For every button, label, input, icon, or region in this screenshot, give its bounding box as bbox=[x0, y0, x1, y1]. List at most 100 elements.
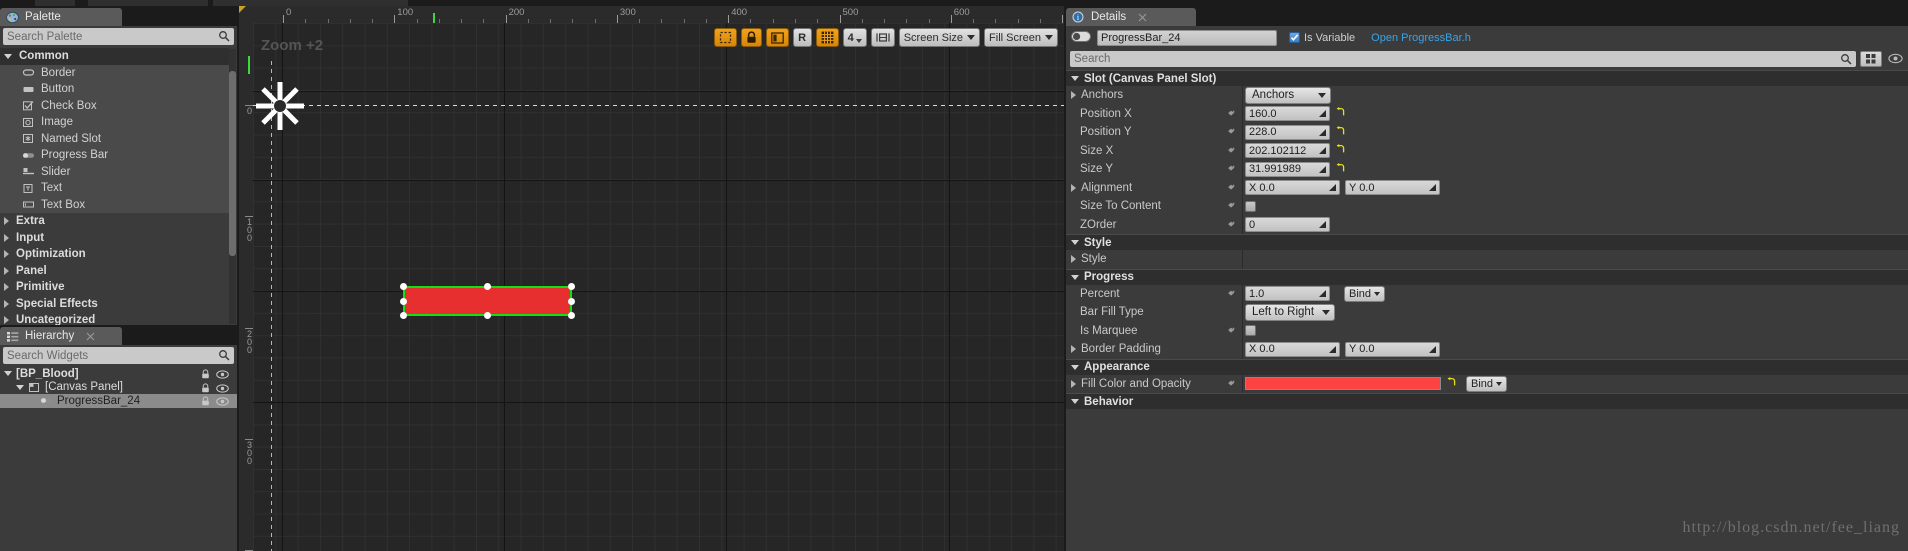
drag-spinner-icon[interactable] bbox=[1428, 183, 1437, 192]
resize-handle-bc[interactable] bbox=[484, 312, 491, 319]
bind-property-icon[interactable] bbox=[1226, 164, 1236, 174]
details-section-behavior[interactable]: Behavior bbox=[1066, 393, 1908, 409]
grid-view-button[interactable] bbox=[1860, 50, 1882, 67]
details-section-appearance[interactable]: Appearance bbox=[1066, 358, 1908, 375]
drag-spinner-icon[interactable] bbox=[1318, 220, 1327, 229]
dashed-outline-toggle[interactable] bbox=[713, 28, 737, 47]
palette-item-border[interactable]: Border bbox=[0, 64, 229, 81]
fill-screen-dropdown[interactable]: Fill Screen bbox=[984, 28, 1058, 47]
widget-name-input[interactable]: ProgressBar_24 bbox=[1097, 29, 1277, 46]
palette-item-button[interactable]: Button bbox=[0, 81, 229, 98]
designer-canvas[interactable]: 0100200300400500600700800900 01002003004… bbox=[239, 6, 1064, 551]
grid-snap-toggle[interactable] bbox=[815, 28, 839, 47]
details-section-progress[interactable]: Progress bbox=[1066, 268, 1908, 285]
reset-to-default-icon[interactable] bbox=[1335, 107, 1346, 120]
drag-spinner-icon[interactable] bbox=[1318, 289, 1327, 298]
bind-property-icon[interactable] bbox=[1226, 127, 1236, 137]
open-progressbar-header-link[interactable]: Open ProgressBar.h bbox=[1371, 32, 1471, 44]
drag-spinner-icon[interactable] bbox=[1318, 109, 1327, 118]
resize-handle-bl[interactable] bbox=[400, 312, 407, 319]
bind-property-slot[interactable] bbox=[1226, 164, 1236, 178]
size-x-input[interactable]: 202.102112 bbox=[1245, 143, 1330, 159]
palette-item-slider[interactable]: Slider bbox=[0, 163, 229, 180]
search-widgets-input[interactable]: Search Widgets bbox=[3, 347, 234, 364]
bind-property-icon[interactable] bbox=[1226, 326, 1236, 336]
bind-property-slot[interactable] bbox=[1226, 289, 1236, 303]
anchors-dropdown[interactable]: Anchors bbox=[1245, 86, 1331, 104]
palette-category-input[interactable]: Input bbox=[0, 230, 229, 247]
is-marquee-checkbox[interactable] bbox=[1245, 325, 1256, 337]
canvas-origin-gizmo[interactable] bbox=[254, 80, 306, 132]
resize-handle-br[interactable] bbox=[568, 312, 575, 319]
resize-handle-mr[interactable] bbox=[568, 298, 575, 305]
lock-icon[interactable] bbox=[201, 396, 210, 409]
bind-property-slot[interactable] bbox=[1226, 146, 1236, 160]
palette-category-panel[interactable]: Panel bbox=[0, 263, 229, 280]
ruler-horizontal[interactable]: 0100200300400500600700800900 bbox=[253, 6, 1064, 23]
palette-item-check-box[interactable]: Check Box bbox=[0, 97, 229, 114]
bind-property-slot[interactable] bbox=[1226, 326, 1236, 340]
eye-settings-icon[interactable] bbox=[1886, 51, 1904, 67]
grid-size-stepper[interactable]: 4 bbox=[842, 28, 867, 47]
chevron-right-icon[interactable] bbox=[1071, 379, 1076, 388]
hierarchy-tree[interactable]: [BP_Blood] [Canvas Panel] ProgressBar_24 bbox=[0, 367, 237, 551]
palette-list[interactable]: Common Border Button Check Box Image Named Sl… bbox=[0, 48, 229, 326]
bind-property-icon[interactable] bbox=[1226, 146, 1236, 156]
drag-spinner-icon[interactable] bbox=[1318, 165, 1327, 174]
bind-property-icon[interactable] bbox=[1226, 183, 1236, 193]
bind-property-icon[interactable] bbox=[1226, 201, 1236, 211]
details-section-style[interactable]: Style bbox=[1066, 234, 1908, 250]
lock-toggle[interactable] bbox=[740, 28, 762, 47]
layout-toggle[interactable] bbox=[765, 28, 789, 47]
hierarchy-row-canvas-panel[interactable]: [Canvas Panel] bbox=[0, 381, 237, 395]
border-padding-y-input[interactable]: Y 0.0 bbox=[1345, 341, 1440, 357]
details-section-slot-canvas-panel-slot[interactable]: Slot (Canvas Panel Slot) bbox=[1066, 70, 1908, 86]
size-y-input[interactable]: 31.991989 bbox=[1245, 161, 1330, 177]
ruler-vertical[interactable]: 0100200300400 bbox=[239, 23, 253, 551]
designer-toolbar[interactable]: R 4 Screen Size Fill Screen bbox=[713, 28, 1058, 47]
details-sections[interactable]: Slot (Canvas Panel Slot) Anchors Anchors Po… bbox=[1066, 70, 1908, 551]
position-y-input[interactable]: 228.0 bbox=[1245, 124, 1330, 140]
canvas-grid[interactable] bbox=[253, 23, 1064, 551]
palette-category-optimization[interactable]: Optimization bbox=[0, 246, 229, 263]
reset-to-default-icon[interactable] bbox=[1446, 377, 1457, 390]
bind-property-icon[interactable] bbox=[1226, 220, 1236, 230]
bind-property-slot[interactable] bbox=[1226, 220, 1236, 234]
screen-size-dropdown[interactable]: Screen Size bbox=[898, 28, 981, 47]
search-palette-input[interactable]: Search Palette bbox=[3, 28, 234, 45]
drag-spinner-icon[interactable] bbox=[1428, 345, 1437, 354]
resize-handle-ml[interactable] bbox=[400, 298, 407, 305]
is-variable-checkbox[interactable]: Is Variable bbox=[1289, 32, 1355, 44]
zorder-input[interactable]: 0 bbox=[1245, 217, 1330, 233]
palette-item-text[interactable]: Text bbox=[0, 180, 229, 197]
hierarchy-row-progressbar_24[interactable]: ProgressBar_24 bbox=[0, 394, 237, 408]
widget-progressbar-24[interactable] bbox=[400, 283, 575, 319]
palette-category-primitive[interactable]: Primitive bbox=[0, 279, 229, 296]
palette-scrollbar-thumb[interactable] bbox=[229, 71, 236, 256]
bar-fill-type-dropdown[interactable]: Left to Right bbox=[1245, 303, 1335, 321]
resize-handle-tc[interactable] bbox=[484, 283, 491, 290]
alignment-x-input[interactable]: X 0.0 bbox=[1245, 180, 1340, 196]
palette-item-text-box[interactable]: Text Box bbox=[0, 196, 229, 213]
bind-property-icon[interactable] bbox=[1226, 379, 1236, 389]
bind-button[interactable]: Bind bbox=[1466, 375, 1508, 392]
palette-category-special-effects[interactable]: Special Effects bbox=[0, 296, 229, 313]
position-x-input[interactable]: 160.0 bbox=[1245, 106, 1330, 122]
bind-button[interactable]: Bind bbox=[1344, 285, 1386, 302]
resolution-r-button[interactable]: R bbox=[792, 28, 812, 47]
bind-property-slot[interactable] bbox=[1226, 379, 1236, 393]
palette-item-named-slot[interactable]: Named Slot bbox=[0, 130, 229, 147]
resize-handle-tl[interactable] bbox=[400, 283, 407, 290]
stepper-down-arrow[interactable] bbox=[855, 39, 862, 43]
close-icon[interactable] bbox=[86, 332, 95, 341]
reset-to-default-icon[interactable] bbox=[1335, 144, 1346, 157]
drag-spinner-icon[interactable] bbox=[1328, 183, 1337, 192]
chevron-down-icon[interactable] bbox=[16, 384, 24, 390]
chevron-right-icon[interactable] bbox=[1071, 255, 1076, 264]
hierarchy-row-bp_blood[interactable]: [BP_Blood] bbox=[0, 367, 237, 381]
reset-to-default-icon[interactable] bbox=[1335, 125, 1346, 139]
palette-item-progress-bar[interactable]: Progress Bar bbox=[0, 147, 229, 164]
bind-property-icon[interactable] bbox=[1226, 109, 1236, 119]
tab-palette[interactable]: Palette close-icon bbox=[0, 8, 122, 26]
border-padding-x-input[interactable]: X 0.0 bbox=[1245, 341, 1340, 357]
